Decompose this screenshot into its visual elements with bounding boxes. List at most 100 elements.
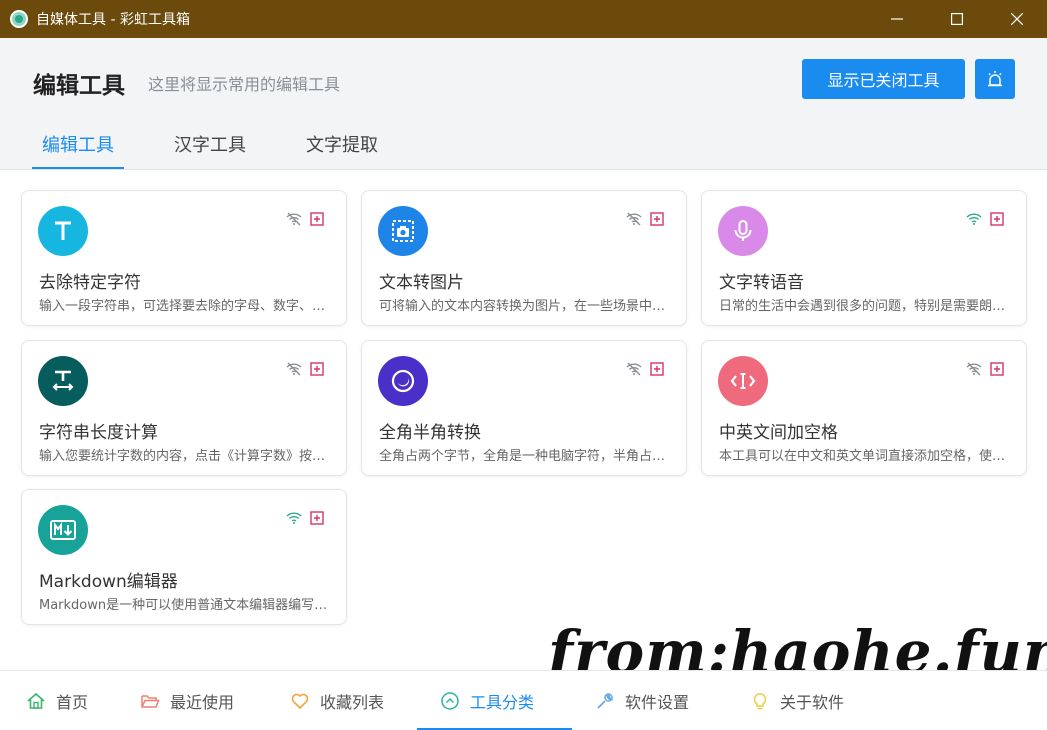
tool-card-icon — [38, 505, 88, 555]
page-subtitle: 这里将显示常用的编辑工具 — [148, 75, 341, 94]
wifi-off-icon — [626, 212, 642, 226]
code-cursor-icon — [730, 373, 756, 389]
app-logo-icon — [10, 10, 28, 28]
minimize-button[interactable] — [867, 0, 927, 38]
tool-card-badges — [286, 211, 324, 230]
tool-card-title: 字符串长度计算 — [39, 423, 158, 443]
tab-bar: 编辑工具 汉字工具 文字提取 — [32, 131, 428, 169]
network-status — [286, 510, 302, 529]
add-to-favorites-button[interactable] — [310, 510, 324, 529]
add-box-icon — [650, 362, 664, 376]
add-box-icon — [310, 511, 324, 525]
tool-card-title: Markdown编辑器 — [39, 572, 178, 592]
tool-card-badges — [626, 211, 664, 230]
wifi-off-icon — [286, 362, 302, 376]
tool-card-description: 全角占两个字节，全角是一种电脑字符，半角占一个字节 — [379, 449, 675, 464]
alarm-light-icon — [988, 71, 1002, 87]
tool-card-title: 中英文间加空格 — [719, 423, 838, 443]
tool-card-icon — [718, 356, 768, 406]
add-box-icon — [990, 362, 1004, 376]
nav-home[interactable]: 首页 — [26, 671, 88, 730]
moon-icon — [391, 369, 415, 393]
tool-card[interactable]: 去除特定字符输入一段字符串，可选择要去除的字母、数字、汉字等字符 — [21, 190, 347, 326]
tool-card[interactable]: 中英文间加空格本工具可以在中文和英文单词直接添加空格，使排版更美观 — [701, 340, 1027, 476]
nav-categories-label: 工具分类 — [470, 693, 535, 712]
tool-card-badges — [626, 361, 664, 380]
network-status — [626, 211, 642, 230]
nav-recent[interactable]: 最近使用 — [140, 671, 234, 730]
tool-card-icon — [38, 356, 88, 406]
tool-card[interactable]: 文字转语音 日常的生活中会遇到很多的问题，特别是需要朗读的时候 — [701, 190, 1027, 326]
wifi-off-icon — [966, 362, 982, 376]
tool-card-badges — [286, 361, 324, 380]
maximize-icon — [951, 13, 963, 25]
nav-about[interactable]: 关于软件 — [750, 671, 844, 730]
tool-card[interactable]: Markdown编辑器 Markdown是一种可以使用普通文本编辑器编写的标记语言 — [21, 489, 347, 625]
tool-card-icon — [38, 206, 88, 256]
add-box-icon — [990, 212, 1004, 226]
tool-card-icon — [378, 206, 428, 256]
add-box-icon — [650, 212, 664, 226]
page-title: 编辑工具 — [33, 73, 125, 99]
add-to-favorites-button[interactable] — [650, 361, 664, 380]
add-to-favorites-button[interactable] — [990, 361, 1004, 380]
tool-card-badges — [966, 211, 1004, 230]
tab-edit-tools[interactable]: 编辑工具 — [32, 131, 124, 169]
microphone-icon — [734, 220, 752, 241]
add-to-favorites-button[interactable] — [310, 361, 324, 380]
nav-about-label: 关于软件 — [780, 693, 845, 712]
tool-card-title: 去除特定字符 — [39, 273, 141, 293]
nav-settings[interactable]: 软件设置 — [595, 671, 689, 730]
nav-home-label: 首页 — [56, 693, 89, 712]
window-title: 自媒体工具 - 彩虹工具箱 — [36, 12, 190, 28]
tool-card-description: Markdown是一种可以使用普通文本编辑器编写的标记语言 — [39, 598, 335, 613]
tab-text-extract[interactable]: 文字提取 — [296, 131, 388, 169]
add-to-favorites-button[interactable] — [310, 211, 324, 230]
network-status — [286, 211, 302, 230]
tool-card-description: 输入您要统计字数的内容，点击《计算字数》按钮即可 — [39, 449, 335, 464]
tool-card-icon — [718, 206, 768, 256]
network-status — [286, 361, 302, 380]
wifi-icon — [966, 213, 982, 225]
wifi-off-icon — [286, 212, 302, 226]
folder-open-icon — [141, 695, 160, 708]
lightbulb-icon — [753, 693, 767, 710]
nav-favorites[interactable]: 收藏列表 — [290, 671, 384, 730]
show-closed-tools-button[interactable]: 显示已关闭工具 — [802, 59, 965, 99]
letter-t-icon — [55, 221, 71, 240]
tool-card-description: 日常的生活中会遇到很多的问题，特别是需要朗读的时候 — [719, 299, 1015, 314]
network-status — [966, 211, 982, 230]
add-to-favorites-button[interactable] — [650, 211, 664, 230]
tool-card[interactable]: 字符串长度计算输入您要统计字数的内容，点击《计算字数》按钮即可 — [21, 340, 347, 476]
text-width-icon — [52, 370, 74, 391]
markdown-icon — [50, 520, 76, 540]
close-button[interactable] — [987, 0, 1047, 38]
heart-icon — [291, 693, 309, 710]
add-to-favorites-button[interactable] — [990, 211, 1004, 230]
network-status — [626, 361, 642, 380]
image-capture-icon — [392, 220, 414, 242]
tool-card-description: 可将输入的文本内容转换为图片，在一些场景中非常实用 — [379, 299, 675, 314]
add-box-icon — [310, 362, 324, 376]
tool-card[interactable]: 文本转图片可将输入的文本内容转换为图片，在一些场景中非常实用 — [361, 190, 687, 326]
nav-categories[interactable]: 工具分类 — [440, 671, 534, 730]
tool-card-description: 本工具可以在中文和英文单词直接添加空格，使排版更美观 — [719, 449, 1015, 464]
chevron-up-circle-icon — [441, 692, 459, 710]
window-controls — [867, 0, 1047, 38]
title-bar: 自媒体工具 - 彩虹工具箱 — [0, 0, 1047, 38]
close-icon — [1011, 13, 1023, 25]
alarm-button[interactable] — [975, 59, 1015, 99]
wrench-icon — [597, 693, 614, 709]
page-header: 编辑工具 这里将显示常用的编辑工具 显示已关闭工具 编辑工具 汉字工具 文字提取 — [0, 38, 1047, 170]
add-box-icon — [310, 212, 324, 226]
bottom-nav: 首页 最近使用 收藏列表 工具分类 软件设置 关于软件 — [0, 670, 1047, 730]
tool-card-icon — [378, 356, 428, 406]
tool-card-badges — [286, 510, 324, 529]
tab-chinese-tools[interactable]: 汉字工具 — [164, 131, 256, 169]
tool-card[interactable]: 全角半角转换 全角占两个字节，全角是一种电脑字符，半角占一个字节 — [361, 340, 687, 476]
home-icon — [27, 692, 45, 709]
nav-recent-label: 最近使用 — [170, 693, 235, 712]
tool-card-title: 文本转图片 — [379, 273, 464, 293]
maximize-button[interactable] — [927, 0, 987, 38]
nav-favorites-label: 收藏列表 — [320, 693, 385, 712]
